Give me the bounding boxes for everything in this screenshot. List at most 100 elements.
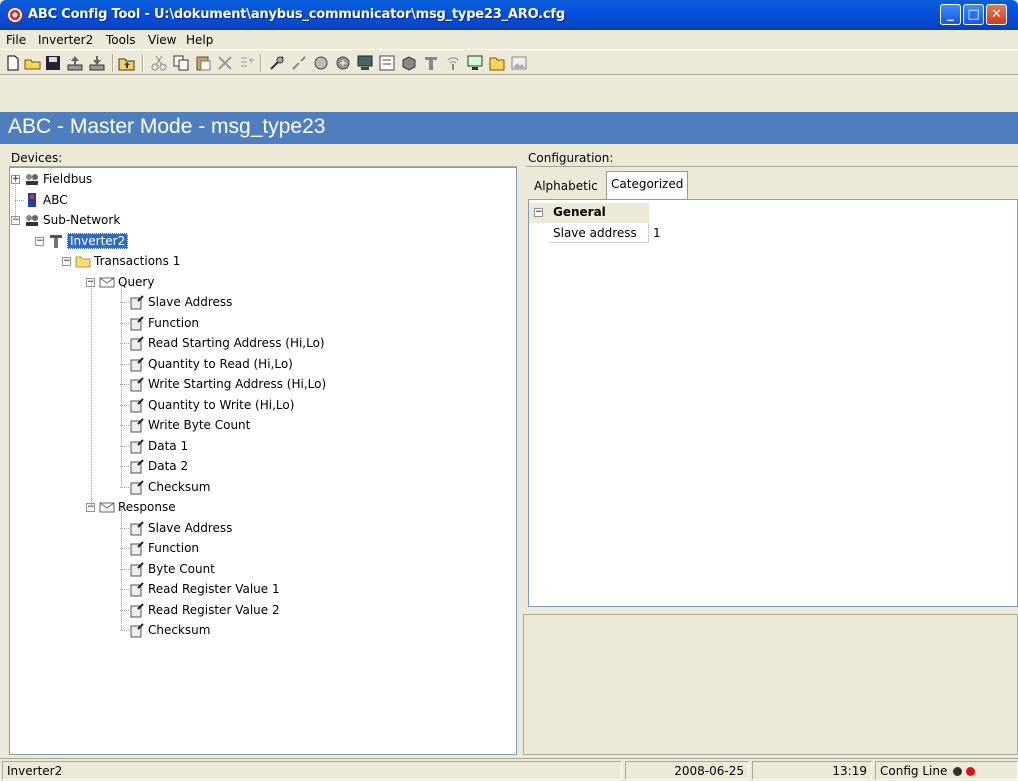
tree-item-fieldbus[interactable]: Fieldbus — [43, 170, 92, 188]
field-icon — [129, 458, 145, 474]
minimize-icon: _ — [947, 7, 954, 22]
disconnect-icon[interactable] — [290, 54, 308, 72]
upload-icon[interactable] — [66, 54, 84, 72]
tree-item-response-field[interactable]: Read Register Value 2 — [148, 601, 280, 619]
download-icon[interactable] — [88, 54, 106, 72]
minimize-button[interactable]: _ — [940, 4, 961, 25]
tree-connector — [15, 199, 24, 201]
tree-item-query-field[interactable]: Quantity to Read (Hi,Lo) — [148, 355, 293, 373]
tree-item-query-field[interactable]: Function — [148, 314, 199, 332]
maximize-icon: □ — [967, 7, 980, 22]
tree-connector — [121, 281, 122, 487]
tree-item-response-field[interactable]: Checksum — [148, 621, 210, 639]
field-icon — [129, 479, 145, 495]
folder-up-icon[interactable] — [118, 54, 136, 72]
collapse-icon[interactable]: − — [534, 208, 543, 217]
insert-icon[interactable] — [238, 54, 256, 72]
tree-item-subnetwork[interactable]: Sub-Network — [43, 211, 120, 229]
tree-item-response-field[interactable]: Read Register Value 1 — [148, 580, 280, 598]
save-icon[interactable] — [44, 54, 62, 72]
tree-item-abc[interactable]: ABC — [43, 191, 68, 209]
properties-icon[interactable] — [378, 54, 396, 72]
field-icon — [129, 602, 145, 618]
network-config-icon[interactable] — [334, 54, 352, 72]
menu-inverter2[interactable]: Inverter2 — [38, 33, 93, 47]
display-icon[interactable] — [466, 54, 484, 72]
connect-icon[interactable] — [268, 54, 286, 72]
tree-item-query-field[interactable]: Data 2 — [148, 457, 188, 475]
category-fill — [649, 203, 1017, 223]
menu-file[interactable]: File — [6, 33, 26, 47]
status-date: 2008-06-25 — [625, 761, 749, 780]
field-icon — [129, 438, 145, 454]
maximize-button[interactable]: □ — [963, 4, 984, 25]
tree-item-query-field-text: Function — [148, 315, 200, 330]
tree-item-query-field[interactable]: Data 1 — [148, 437, 188, 455]
status-bar: Inverter2 2008-06-25 13:19 Config Line — [0, 758, 1018, 781]
tree-item-subnetwork-text: Sub-Network — [43, 213, 121, 227]
tab-categorized[interactable]: Categorized — [606, 171, 689, 199]
field-icon — [129, 335, 145, 351]
tree-connector — [120, 486, 129, 488]
tree-item-response-field[interactable]: Slave Address — [148, 519, 232, 537]
devices-header: Devices: — [9, 149, 517, 167]
property-value[interactable]: 1 — [653, 226, 661, 240]
tree-item-query-field-text: Quantity to Read (Hi,Lo) — [148, 356, 293, 371]
menu-tools[interactable]: Tools — [106, 33, 136, 47]
tree-item-query-field-text: Checksum — [148, 479, 211, 494]
property-grid[interactable]: − General Slave address 1 — [528, 199, 1018, 607]
tree-item-query-field-text: Data 2 — [148, 459, 189, 473]
image-icon[interactable] — [510, 54, 528, 72]
tree-connector — [121, 507, 122, 630]
led-red-icon — [965, 767, 975, 776]
expander-minus-icon[interactable]: − — [62, 257, 71, 266]
close-button[interactable]: ✕ — [986, 4, 1007, 25]
window-title: ABC Config Tool - U:\dokument\anybus_com… — [28, 7, 565, 22]
toolbar-spacer — [0, 75, 1018, 112]
field-icon — [129, 581, 145, 597]
tree-item-query-text: Query — [118, 274, 155, 289]
menu-view[interactable]: View — [148, 33, 176, 47]
wireless-icon[interactable] — [444, 54, 462, 72]
device-icon[interactable] — [422, 54, 440, 72]
tree-item-query-field-text: Slave Address — [148, 295, 233, 309]
tree-item-query-field[interactable]: Write Byte Count — [148, 416, 250, 434]
envelope-icon — [99, 499, 115, 515]
menu-help[interactable]: Help — [186, 33, 213, 47]
paste-icon[interactable] — [194, 54, 212, 72]
copy-icon[interactable] — [172, 54, 190, 72]
tree-item-query-field-text: Data 1 — [148, 438, 189, 453]
tree-item-response-field[interactable]: Byte Count — [148, 560, 215, 578]
tree-item-response[interactable]: Response — [118, 498, 176, 516]
folder-icon — [75, 253, 91, 269]
cut-icon[interactable] — [150, 54, 168, 72]
tree-item-query-field-text: Write Starting Address (Hi,Lo) — [148, 377, 327, 391]
tree-item-query-field[interactable]: Slave Address — [148, 293, 232, 311]
tree-item-query-field[interactable]: Checksum — [148, 478, 210, 496]
tree-item-query-field[interactable]: Quantity to Write (Hi,Lo) — [148, 396, 294, 414]
open-project-icon[interactable] — [488, 54, 506, 72]
tree-item-response-field[interactable]: Function — [148, 539, 199, 557]
property-description — [523, 614, 1018, 755]
new-file-icon[interactable] — [4, 54, 22, 72]
field-icon — [129, 622, 145, 638]
devices-tree[interactable]: Fieldbus + ABC Sub-Network − Inverter2− Transa… — [9, 167, 517, 755]
tab-alphabetic[interactable]: Alphabetic — [530, 175, 602, 197]
expander-minus-icon[interactable]: − — [35, 236, 44, 246]
network-icon[interactable] — [312, 54, 330, 72]
node-icon[interactable] — [400, 54, 418, 72]
delete-icon[interactable] — [216, 54, 234, 72]
tree-item-transactions[interactable]: Transactions 1 — [94, 252, 180, 270]
subnetwork-icon — [24, 212, 40, 228]
field-icon — [129, 397, 145, 413]
open-folder-icon[interactable] — [24, 54, 42, 72]
monitor-icon[interactable] — [356, 54, 374, 72]
tree-item-query[interactable]: Query — [118, 273, 154, 291]
app-icon[interactable] — [7, 7, 23, 23]
tree-item-inverter2[interactable]: Inverter2 — [67, 232, 129, 250]
tree-item-query-field[interactable]: Read Starting Address (Hi,Lo) — [148, 334, 325, 352]
mode-header: ABC - Master Mode - msg_type23 — [0, 112, 1018, 144]
tree-item-response-field-text: Read Register Value 2 — [148, 602, 280, 617]
tree-item-response-field-text: Byte Count — [148, 561, 215, 576]
tree-item-query-field[interactable]: Write Starting Address (Hi,Lo) — [148, 375, 326, 393]
